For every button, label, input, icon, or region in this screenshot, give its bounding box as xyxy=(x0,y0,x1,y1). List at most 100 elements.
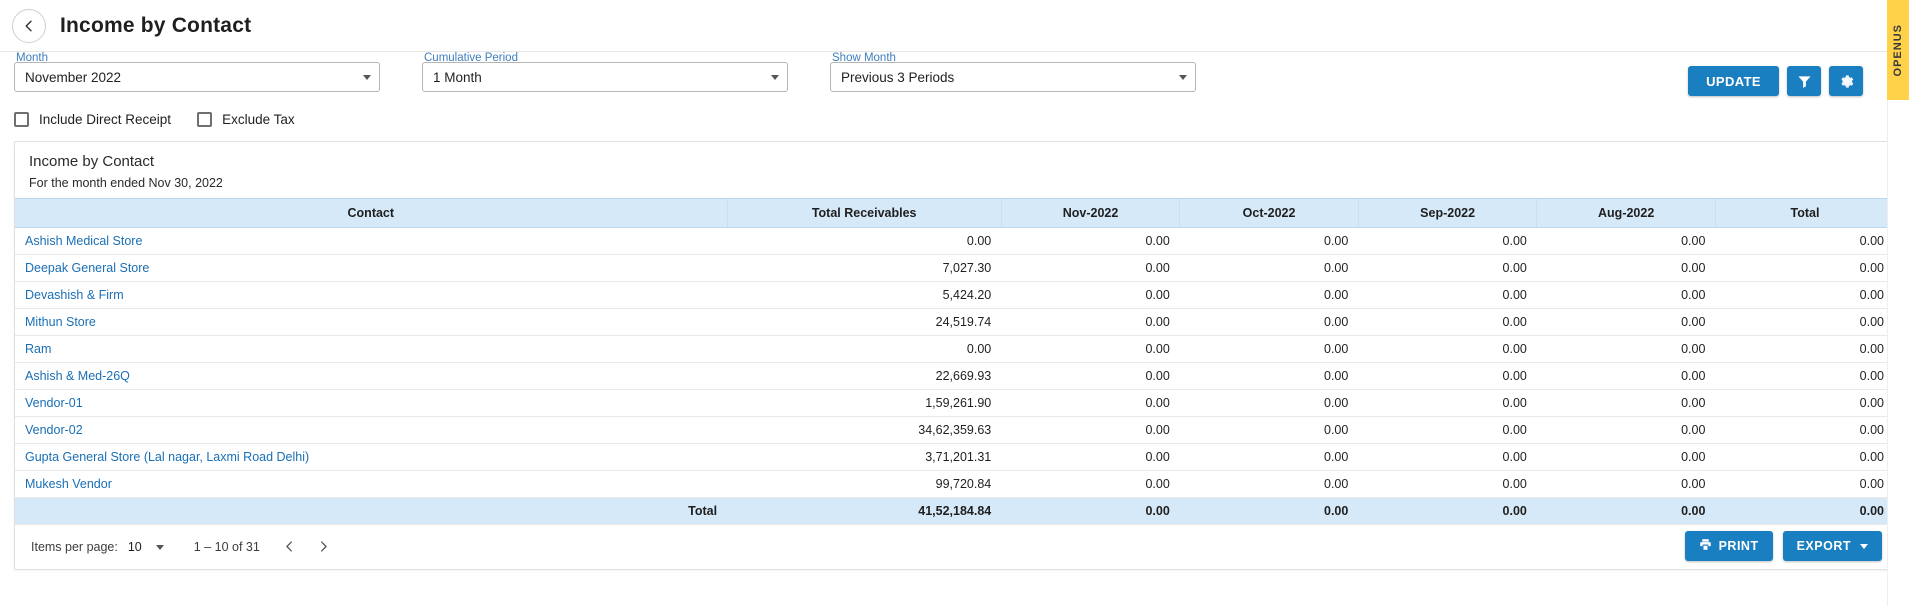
table-body: Ashish Medical Store 0.00 0.00 0.00 0.00… xyxy=(15,227,1894,525)
cell-total: 0.00 xyxy=(1715,416,1894,444)
cell-sep-2022: 0.00 xyxy=(1358,443,1537,471)
update-button[interactable]: UPDATE xyxy=(1688,66,1779,96)
contact-link[interactable]: Ram xyxy=(25,342,51,356)
cell-nov-2022: 0.00 xyxy=(1001,281,1180,309)
printer-icon xyxy=(1699,538,1712,554)
cell-total: 0.00 xyxy=(1715,470,1894,498)
cell-oct-2022: 0.00 xyxy=(1179,443,1359,471)
month-select[interactable]: November 2022 xyxy=(14,62,380,92)
cumulative-period-select[interactable]: 1 Month xyxy=(422,62,788,92)
show-month-select[interactable]: Previous 3 Periods xyxy=(830,62,1196,92)
cell-oct-2022: 0.00 xyxy=(1179,470,1359,498)
cell-aug-2022: 0.00 xyxy=(1536,470,1716,498)
cell-aug-2022: 0.00 xyxy=(1536,335,1716,363)
column-header-nov-2022[interactable]: Nov-2022 xyxy=(1001,198,1181,228)
filter-button[interactable] xyxy=(1787,66,1821,96)
page-range: 1 – 10 of 31 xyxy=(193,540,260,554)
cell-nov-2022: 0.00 xyxy=(1001,308,1180,336)
feedback-side-tab[interactable]: OPENUS xyxy=(1887,0,1909,100)
column-header-total[interactable]: Total xyxy=(1715,198,1894,228)
table-total-row: Total 41,52,184.84 0.00 0.00 0.00 0.00 0… xyxy=(15,497,1894,525)
report-title: Income by Contact xyxy=(29,153,155,170)
cell-oct-2022: 0.00 xyxy=(1179,281,1359,309)
cell-oct-2022: 0.00 xyxy=(1179,308,1359,336)
cell-nov-2022: 0.00 xyxy=(1001,254,1180,282)
cell-sep-2022: 0.00 xyxy=(1358,281,1537,309)
table-row: Ram 0.00 0.00 0.00 0.00 0.00 0.00 xyxy=(15,335,1894,363)
chevron-down-icon xyxy=(771,74,779,80)
previous-page-button[interactable] xyxy=(276,533,304,561)
cell-aug-2022: 0.00 xyxy=(1536,443,1716,471)
cell-aug-2022: 0.00 xyxy=(1536,254,1716,282)
contact-link[interactable]: Devashish & Firm xyxy=(25,288,124,302)
cell-sep-2022: 0.00 xyxy=(1358,389,1537,417)
cell-total-receivables: 0.00 xyxy=(727,227,1002,255)
contact-link[interactable]: Ashish Medical Store xyxy=(25,234,142,248)
total-total: 0.00 xyxy=(1715,497,1894,525)
cell-aug-2022: 0.00 xyxy=(1536,362,1716,390)
items-per-page-label: Items per page: xyxy=(31,540,118,554)
total-oct-2022: 0.00 xyxy=(1179,497,1359,525)
table-row: Vendor-01 1,59,261.90 0.00 0.00 0.00 0.0… xyxy=(15,389,1894,417)
chevron-down-icon xyxy=(155,544,164,550)
table-row: Devashish & Firm 5,424.20 0.00 0.00 0.00… xyxy=(15,281,1894,309)
cell-contact: Devashish & Firm xyxy=(15,281,728,309)
cell-sep-2022: 0.00 xyxy=(1358,362,1537,390)
cell-sep-2022: 0.00 xyxy=(1358,227,1537,255)
items-per-page-select[interactable]: 10 xyxy=(128,540,164,554)
cell-total: 0.00 xyxy=(1715,308,1894,336)
settings-button[interactable] xyxy=(1829,66,1863,96)
app-page: Income by Contact Month November 2022 Cu… xyxy=(0,0,1909,606)
page-header: Income by Contact xyxy=(0,0,1909,52)
total-receivables: 41,52,184.84 xyxy=(727,497,1002,525)
chevron-down-icon xyxy=(363,74,371,80)
contact-link[interactable]: Ashish & Med-26Q xyxy=(25,369,130,383)
table-row: Ashish Medical Store 0.00 0.00 0.00 0.00… xyxy=(15,227,1894,255)
cell-aug-2022: 0.00 xyxy=(1536,227,1716,255)
total-sep-2022: 0.00 xyxy=(1358,497,1537,525)
contact-link[interactable]: Mithun Store xyxy=(25,315,96,329)
cell-aug-2022: 0.00 xyxy=(1536,416,1716,444)
side-tab-label: OPENUS xyxy=(1892,23,1904,77)
print-label: PRINT xyxy=(1718,539,1759,553)
exclude-tax-checkbox[interactable]: Exclude Tax xyxy=(197,112,295,127)
footer-actions: PRINT EXPORT xyxy=(1684,531,1882,561)
export-button[interactable]: EXPORT xyxy=(1782,531,1882,561)
contact-link[interactable]: Gupta General Store (Lal nagar, Laxmi Ro… xyxy=(25,450,309,464)
contact-link[interactable]: Mukesh Vendor xyxy=(25,477,112,491)
cumulative-period-label: Cumulative Period xyxy=(424,52,518,64)
contact-link[interactable]: Vendor-02 xyxy=(25,423,83,437)
column-header-oct-2022[interactable]: Oct-2022 xyxy=(1179,198,1359,228)
column-header-contact[interactable]: Contact xyxy=(15,198,728,228)
include-direct-receipt-checkbox[interactable]: Include Direct Receipt xyxy=(14,112,171,127)
total-aug-2022: 0.00 xyxy=(1536,497,1716,525)
back-button[interactable] xyxy=(12,8,46,43)
cell-total: 0.00 xyxy=(1715,443,1894,471)
chevron-down-icon xyxy=(1860,543,1868,549)
report-table: Contact Total Receivables Nov-2022 Oct-2… xyxy=(15,198,1894,525)
pagination-controls xyxy=(276,533,338,561)
cell-oct-2022: 0.00 xyxy=(1179,362,1359,390)
cell-total-receivables: 3,71,201.31 xyxy=(727,443,1002,471)
cell-total-receivables: 7,027.30 xyxy=(727,254,1002,282)
column-header-sep-2022[interactable]: Sep-2022 xyxy=(1358,198,1538,228)
cell-total-receivables: 22,669.93 xyxy=(727,362,1002,390)
table-row: Deepak General Store 7,027.30 0.00 0.00 … xyxy=(15,254,1894,282)
contact-link[interactable]: Deepak General Store xyxy=(25,261,149,275)
report-header: Income by Contact For the month ended No… xyxy=(15,142,1894,198)
column-header-total-receivables[interactable]: Total Receivables xyxy=(727,198,1002,228)
cell-sep-2022: 0.00 xyxy=(1358,416,1537,444)
next-page-button[interactable] xyxy=(310,533,338,561)
contact-link[interactable]: Vendor-01 xyxy=(25,396,83,410)
cell-total: 0.00 xyxy=(1715,335,1894,363)
cell-aug-2022: 0.00 xyxy=(1536,281,1716,309)
print-button[interactable]: PRINT xyxy=(1684,531,1773,561)
table-row: Gupta General Store (Lal nagar, Laxmi Ro… xyxy=(15,443,1894,471)
cell-total-receivables: 0.00 xyxy=(727,335,1002,363)
cell-nov-2022: 0.00 xyxy=(1001,416,1180,444)
column-header-aug-2022[interactable]: Aug-2022 xyxy=(1536,198,1716,228)
chevron-left-icon xyxy=(284,540,295,555)
chevron-down-icon xyxy=(1179,74,1187,80)
cell-oct-2022: 0.00 xyxy=(1179,389,1359,417)
month-value: November 2022 xyxy=(25,69,122,85)
